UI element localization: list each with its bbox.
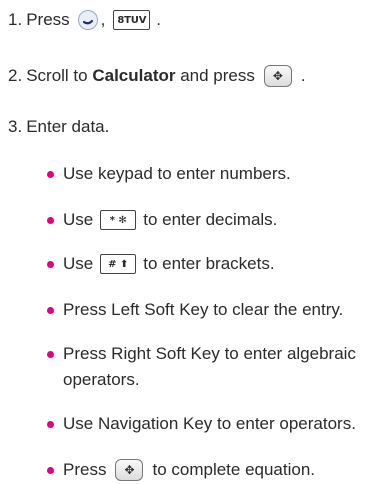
bullet-text-line1: Press Right Soft Key to enter algebraic: [63, 344, 356, 363]
bullet-text-line2: operators.: [63, 370, 140, 389]
step-end: .: [300, 66, 306, 85]
step-end: .: [156, 10, 161, 29]
left-soft-key-icon: [77, 10, 98, 30]
bullet-item: Press ✥ to complete equation.: [47, 456, 315, 484]
calculator-emphasis: Calculator: [92, 66, 176, 85]
bullet-item: Use keypad to enter numbers.: [47, 160, 291, 188]
step-text-before: Scroll to: [26, 66, 88, 85]
bullet-dot-icon: [47, 466, 54, 474]
bullet-text-before: Use: [63, 254, 94, 273]
ok-nav-key-icon: ✥: [263, 65, 292, 87]
step-number: 1.: [8, 10, 23, 29]
bullet-text-after: to complete equation.: [152, 460, 316, 479]
step-number: 2.: [8, 66, 23, 85]
bullet-item: Use Navigation Key to enter operators.: [47, 410, 356, 438]
step-2: 2. Scroll to Calculator and press ✥ .: [8, 62, 306, 90]
star-key-icon: * ✻: [100, 210, 137, 230]
bullet-text: Use Navigation Key to enter operators.: [63, 414, 356, 433]
step-3: 3. Enter data.: [8, 113, 109, 141]
key-separator: ,: [100, 10, 106, 29]
instruction-document: 1. Press , 8TUV . 2. Scroll to Calculato…: [0, 0, 375, 481]
bullet-dot-icon: [47, 306, 54, 314]
bullet-text-after: to enter decimals.: [143, 210, 278, 229]
step-number: 3.: [8, 117, 23, 136]
bullet-item: Use # ⬆ to enter brackets.: [47, 250, 275, 278]
bullet-text-before: Press: [63, 460, 107, 479]
bullet-text: Use keypad to enter numbers.: [63, 164, 291, 183]
bullet-dot-icon: [47, 260, 54, 268]
bullet-dot-icon: [47, 216, 54, 224]
step-text: Enter data.: [26, 117, 110, 136]
step-text: Press: [26, 10, 70, 29]
step-1: 1. Press , 8TUV .: [8, 6, 161, 34]
bullet-dot-icon: [47, 420, 54, 428]
8tuv-key-icon: 8TUV: [113, 10, 151, 30]
pound-key-icon: # ⬆: [100, 254, 137, 274]
bullet-item-continuation: operators.: [63, 366, 140, 394]
ok-nav-key-icon: ✥: [115, 459, 144, 481]
bullet-dot-icon: [47, 350, 54, 358]
bullet-text-after: to enter brackets.: [143, 254, 275, 273]
bullet-item: Press Left Soft Key to clear the entry.: [47, 296, 343, 324]
bullet-text: Press Left Soft Key to clear the entry.: [63, 300, 344, 319]
step-text-after: and press: [180, 66, 255, 85]
bullet-item: Press Right Soft Key to enter algebraic: [47, 340, 356, 368]
bullet-item: Use * ✻ to enter decimals.: [47, 206, 277, 234]
bullet-text-before: Use: [63, 210, 94, 229]
bullet-dot-icon: [47, 170, 54, 178]
